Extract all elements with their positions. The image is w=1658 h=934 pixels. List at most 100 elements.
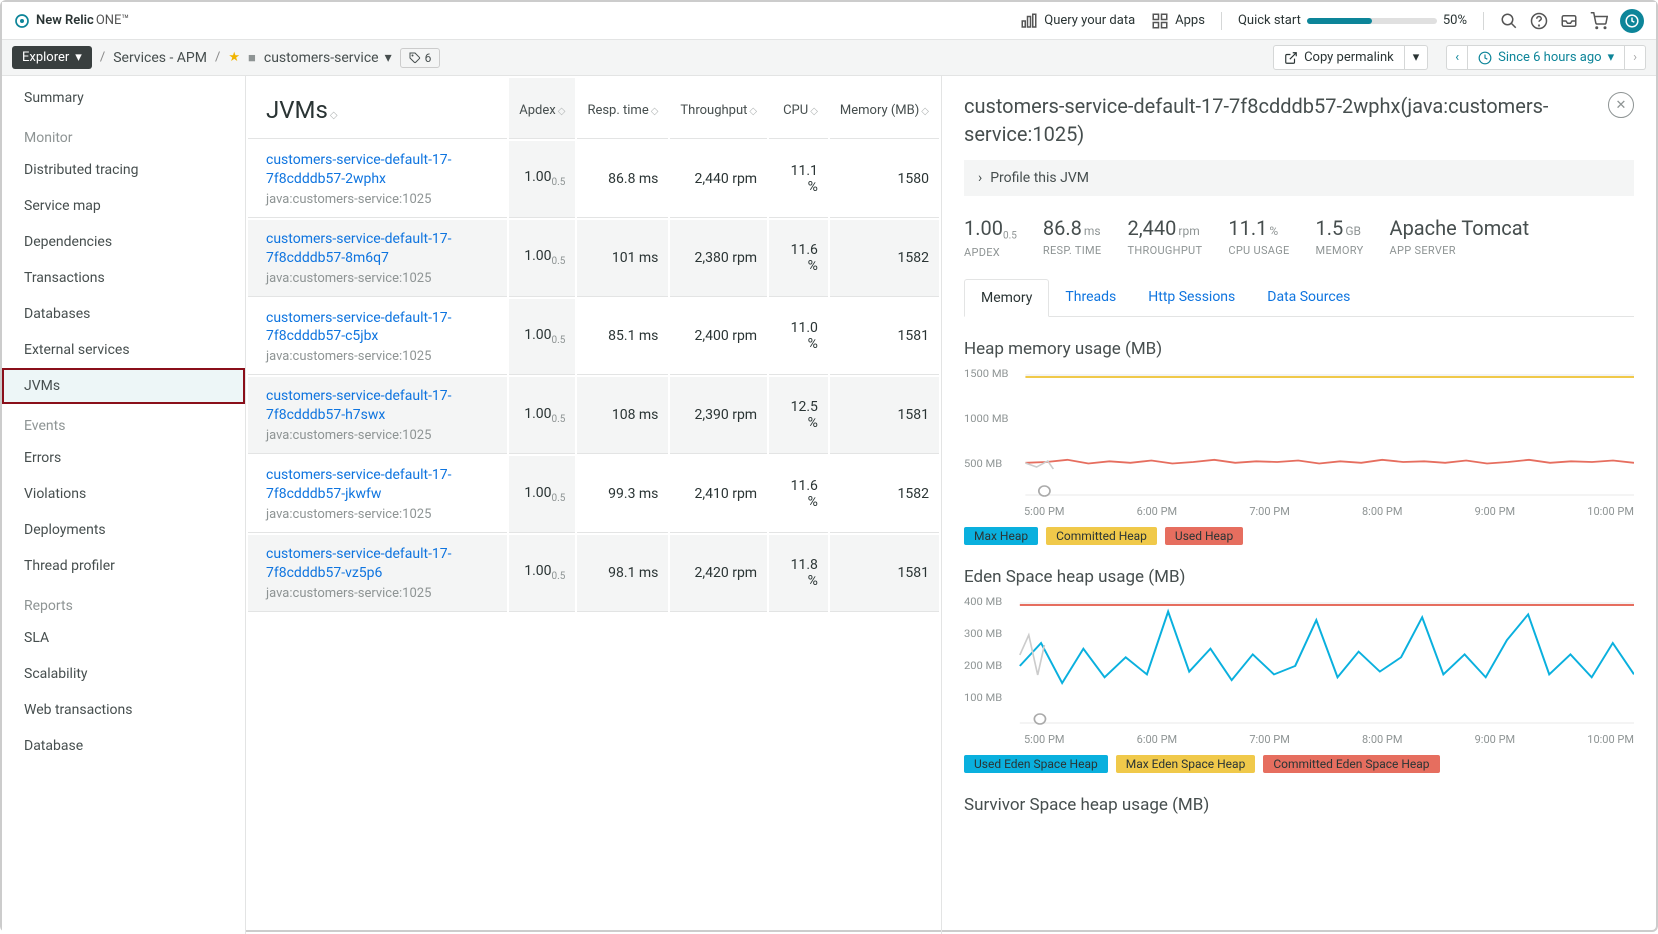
- quick-start-pct: 50%: [1443, 13, 1467, 28]
- stat-block: 1.000.5APDEX: [964, 216, 1017, 259]
- breadcrumb-bar: Explorer ▾ / Services - APM / ★ ■ custom…: [2, 40, 1656, 76]
- search-icon[interactable]: [1500, 12, 1518, 30]
- stat-block: 2,440rpmTHROUGHPUT: [1127, 216, 1202, 259]
- breadcrumb-services[interactable]: Services - APM: [113, 50, 207, 66]
- brand-suffix: ONE™: [96, 13, 130, 28]
- breadcrumb-current[interactable]: customers-service ▾: [264, 50, 392, 66]
- stat-block: Apache TomcatAPP SERVER: [1390, 216, 1530, 259]
- svg-text:400 MB: 400 MB: [964, 595, 1002, 607]
- col-jvms[interactable]: JVMs◇: [248, 78, 507, 139]
- legend-max-heap[interactable]: Max Heap: [964, 527, 1038, 545]
- star-icon[interactable]: ★: [228, 50, 240, 65]
- tag-count-pill[interactable]: 6: [400, 48, 441, 68]
- jvm-name-link[interactable]: customers-service-default-17-7f8cdddb57-…: [266, 387, 497, 425]
- sort-icon: ◇: [330, 110, 338, 121]
- sidebar-item-violations[interactable]: Violations: [2, 476, 245, 512]
- col-apdex[interactable]: Apdex◇: [509, 78, 575, 139]
- jvm-name-link[interactable]: customers-service-default-17-7f8cdddb57-…: [266, 466, 497, 504]
- tab-data-sources[interactable]: Data Sources: [1251, 279, 1366, 316]
- legend-used-heap[interactable]: Used Heap: [1165, 527, 1243, 545]
- table-row[interactable]: customers-service-default-17-7f8cdddb57-…: [248, 377, 939, 454]
- explorer-button[interactable]: Explorer ▾: [12, 46, 92, 69]
- col-throughput[interactable]: Throughput◇: [670, 78, 767, 139]
- cart-icon[interactable]: [1590, 12, 1608, 30]
- table-row[interactable]: customers-service-default-17-7f8cdddb57-…: [248, 456, 939, 533]
- time-prev-button[interactable]: ‹: [1446, 45, 1468, 70]
- jvm-name-link[interactable]: customers-service-default-17-7f8cdddb57-…: [266, 151, 497, 189]
- profile-jvm-row[interactable]: › Profile this JVM: [964, 160, 1634, 196]
- jvm-sub: java:customers-service:1025: [266, 428, 497, 443]
- sidebar: Summary Monitor Distributed tracing Serv…: [2, 76, 246, 934]
- brand-name: New Relic: [36, 13, 94, 28]
- sidebar-section-reports: Reports: [2, 584, 245, 620]
- query-data-link[interactable]: Query your data: [1020, 12, 1135, 30]
- sort-icon: ◇: [558, 106, 566, 117]
- sidebar-item-transactions[interactable]: Transactions: [2, 260, 245, 296]
- brand-logo[interactable]: New RelicONE™: [14, 13, 130, 29]
- jvms-table-panel: JVMs◇ Apdex◇ Resp. time◇ Throughput◇ CPU…: [246, 76, 942, 934]
- chevron-right-icon: ›: [978, 170, 982, 186]
- jvm-name-link[interactable]: customers-service-default-17-7f8cdddb57-…: [266, 309, 497, 347]
- chart-eden-space: Eden Space heap usage (MB) 400 MB 300 MB…: [964, 567, 1634, 773]
- col-resp-time[interactable]: Resp. time◇: [577, 78, 668, 139]
- legend-committed-heap[interactable]: Committed Heap: [1046, 527, 1157, 545]
- sidebar-item-dependencies[interactable]: Dependencies: [2, 224, 245, 260]
- quick-start[interactable]: Quick start 50%: [1238, 13, 1467, 28]
- sort-icon: ◇: [749, 106, 757, 117]
- table-row[interactable]: customers-service-default-17-7f8cdddb57-…: [248, 141, 939, 218]
- help-icon[interactable]: [1530, 12, 1548, 30]
- tab-threads[interactable]: Threads: [1049, 279, 1132, 316]
- sidebar-item-databases[interactable]: Databases: [2, 296, 245, 332]
- inbox-icon[interactable]: [1560, 12, 1578, 30]
- jvm-sub: java:customers-service:1025: [266, 349, 497, 364]
- tab-memory[interactable]: Memory: [964, 279, 1049, 317]
- sidebar-item-summary[interactable]: Summary: [2, 80, 245, 116]
- table-row[interactable]: customers-service-default-17-7f8cdddb57-…: [248, 220, 939, 297]
- jvm-sub: java:customers-service:1025: [266, 586, 497, 601]
- legend-used-eden[interactable]: Used Eden Space Heap: [964, 755, 1108, 773]
- jvm-name-link[interactable]: customers-service-default-17-7f8cdddb57-…: [266, 545, 497, 583]
- apps-link[interactable]: Apps: [1151, 12, 1205, 30]
- permalink-dropdown[interactable]: ▾: [1405, 45, 1429, 70]
- svg-text:100 MB: 100 MB: [964, 691, 1002, 703]
- sidebar-item-jvms[interactable]: JVMs: [2, 368, 245, 404]
- col-memory[interactable]: Memory (MB)◇: [830, 78, 939, 139]
- legend-max-eden[interactable]: Max Eden Space Heap: [1116, 755, 1256, 773]
- sidebar-item-errors[interactable]: Errors: [2, 440, 245, 476]
- col-cpu[interactable]: CPU◇: [769, 78, 828, 139]
- legend-committed-eden[interactable]: Committed Eden Space Heap: [1263, 755, 1439, 773]
- jvm-sub: java:customers-service:1025: [266, 271, 497, 286]
- close-icon[interactable]: ✕: [1608, 92, 1634, 118]
- tab-http-sessions[interactable]: Http Sessions: [1132, 279, 1251, 316]
- sidebar-item-web-transactions[interactable]: Web transactions: [2, 692, 245, 728]
- sidebar-item-scalability[interactable]: Scalability: [2, 656, 245, 692]
- time-range-select[interactable]: Since 6 hours ago ▾: [1468, 45, 1625, 70]
- stat-block: 86.8msRESP. TIME: [1043, 216, 1102, 259]
- sidebar-item-external-services[interactable]: External services: [2, 332, 245, 368]
- sidebar-item-database[interactable]: Database: [2, 728, 245, 764]
- time-next-button[interactable]: ›: [1625, 45, 1646, 70]
- sidebar-section-monitor: Monitor: [2, 116, 245, 152]
- sidebar-item-distributed-tracing[interactable]: Distributed tracing: [2, 152, 245, 188]
- jvm-name-link[interactable]: customers-service-default-17-7f8cdddb57-…: [266, 230, 497, 268]
- copy-permalink-button[interactable]: Copy permalink: [1273, 45, 1405, 70]
- sort-icon: ◇: [810, 106, 818, 117]
- sidebar-item-sla[interactable]: SLA: [2, 620, 245, 656]
- svg-text:1500 MB: 1500 MB: [964, 367, 1008, 379]
- chevron-down-icon: ▾: [75, 50, 82, 65]
- chevron-down-icon: ▾: [1608, 50, 1615, 65]
- user-avatar[interactable]: [1620, 9, 1644, 33]
- quick-start-progress: [1307, 18, 1437, 24]
- sidebar-item-service-map[interactable]: Service map: [2, 188, 245, 224]
- svg-text:200 MB: 200 MB: [964, 659, 1002, 671]
- top-bar: New RelicONE™ Query your data Apps Quick…: [2, 2, 1656, 40]
- table-row[interactable]: customers-service-default-17-7f8cdddb57-…: [248, 535, 939, 612]
- jvm-sub: java:customers-service:1025: [266, 192, 497, 207]
- sidebar-item-deployments[interactable]: Deployments: [2, 512, 245, 548]
- detail-title: customers-service-default-17-7f8cdddb57-…: [964, 92, 1596, 148]
- svg-text:300 MB: 300 MB: [964, 627, 1002, 639]
- chart-heap-memory: Heap memory usage (MB) 1500 MB 1000 MB 5…: [964, 339, 1634, 545]
- sidebar-item-thread-profiler[interactable]: Thread profiler: [2, 548, 245, 584]
- table-row[interactable]: customers-service-default-17-7f8cdddb57-…: [248, 299, 939, 376]
- svg-text:500 MB: 500 MB: [964, 457, 1002, 469]
